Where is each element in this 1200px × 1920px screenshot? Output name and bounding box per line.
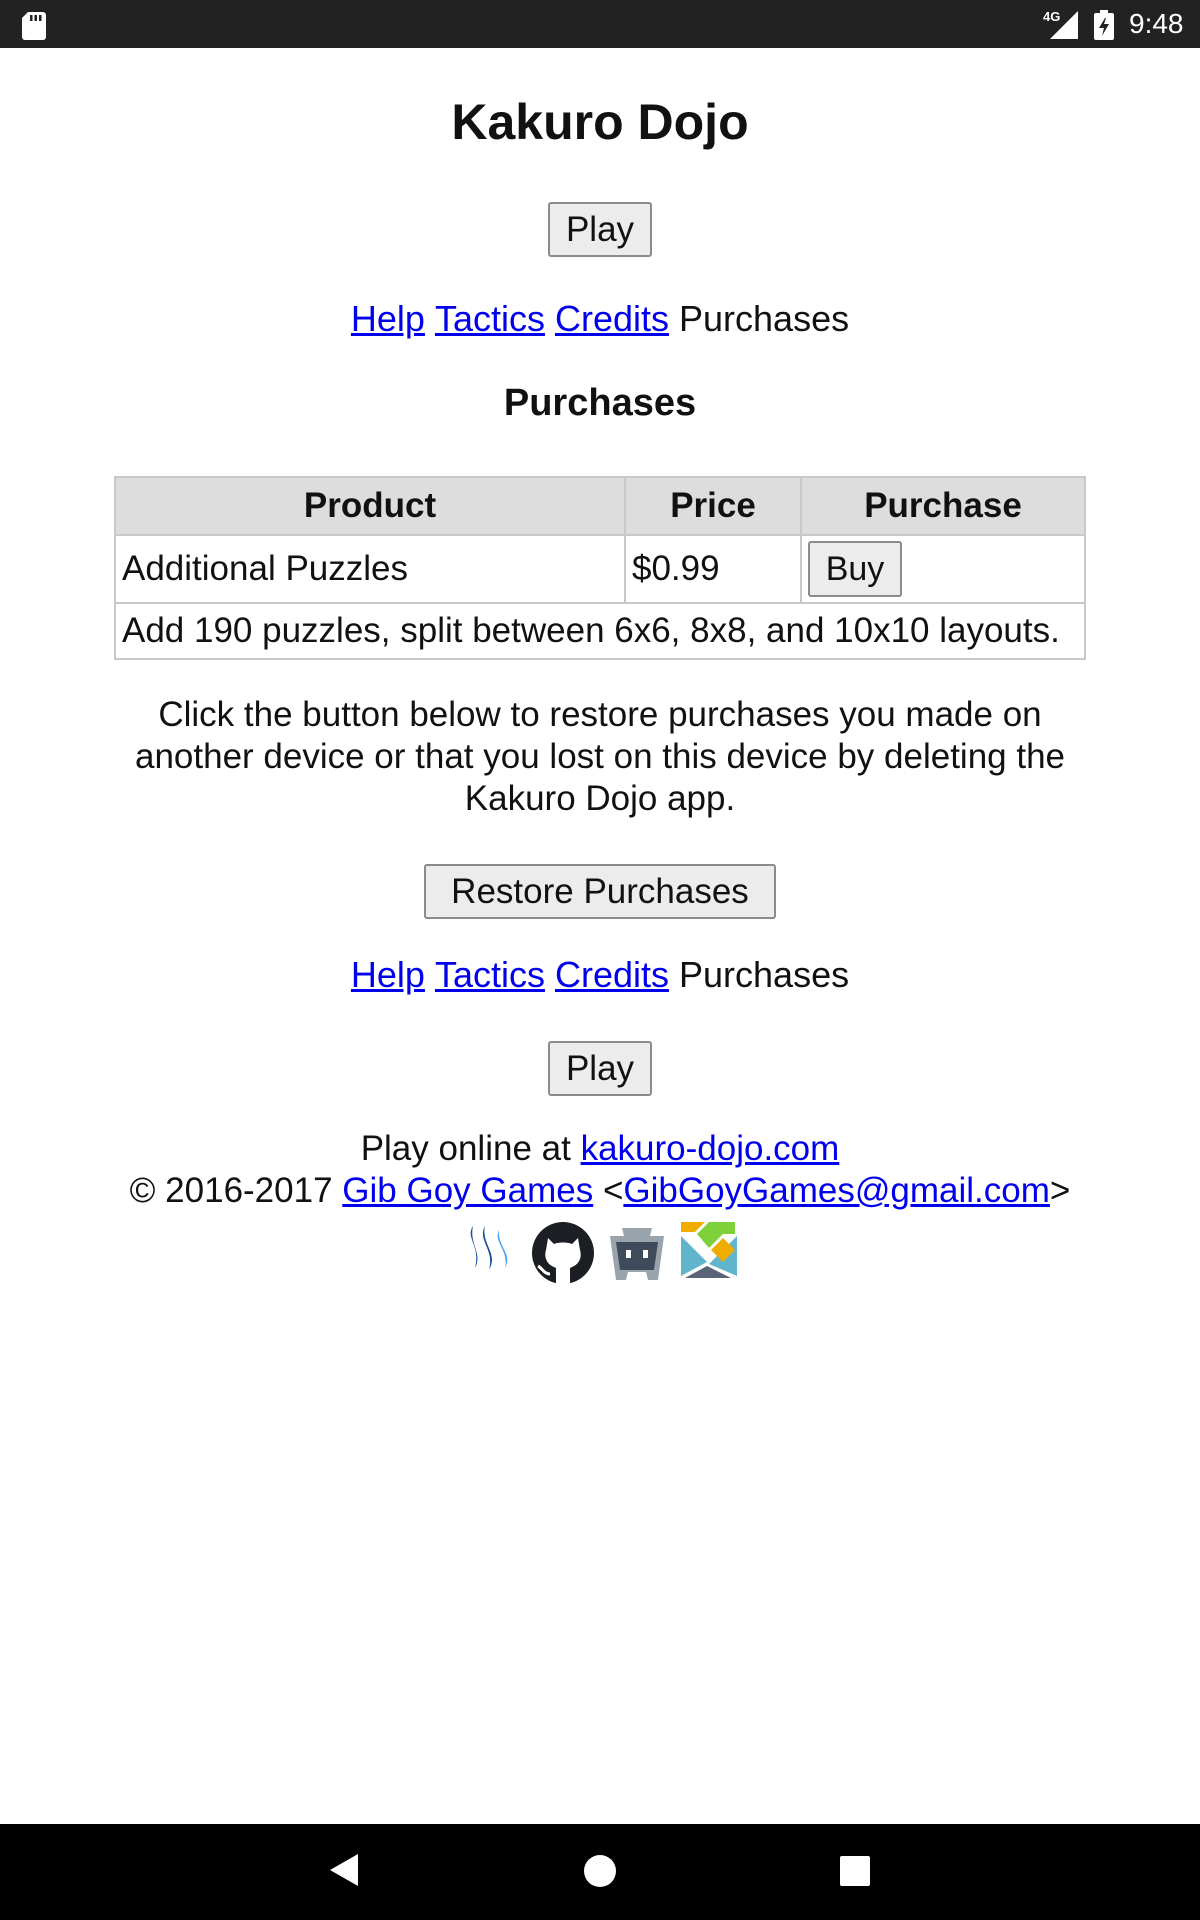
- email-close-bracket: >: [1049, 1171, 1071, 1210]
- website-link[interactable]: kakuro-dojo.com: [581, 1129, 840, 1168]
- system-nav-bar: [0, 1824, 1200, 1920]
- status-bar: 4G 9:48: [0, 0, 1200, 48]
- tactics-link[interactable]: Tactics: [435, 298, 545, 339]
- purchases-table: Product Price Purchase Additional Puzzle…: [114, 476, 1086, 660]
- company-link[interactable]: Gib Goy Games: [342, 1171, 593, 1210]
- purchases-nav-current: Purchases: [679, 298, 850, 339]
- section-title: Purchases: [503, 382, 697, 424]
- github-icon[interactable]: [530, 1220, 596, 1286]
- play-button[interactable]: Play: [548, 202, 652, 257]
- price-cell: $0.99: [624, 534, 802, 604]
- page-title: Kakuro Dojo: [451, 94, 749, 150]
- play-online-line: Play online at kakuro-dojo.com: [0, 1128, 1200, 1170]
- table-header-product: Product: [114, 476, 626, 536]
- credits-link[interactable]: Credits: [555, 298, 669, 339]
- cordova-icon[interactable]: [606, 1220, 668, 1282]
- table-header-row: Product Price Purchase: [114, 476, 1086, 536]
- elm-icon[interactable]: [679, 1220, 737, 1278]
- sd-card-icon: [22, 12, 46, 40]
- table-description-row: Add 190 puzzles, split between 6x6, 8x8,…: [114, 602, 1086, 660]
- page-content: Kakuro Dojo Play Help Tactics Credits Purch…: [0, 48, 1200, 1824]
- battery-icon: [1094, 10, 1114, 40]
- purchase-cell: Buy: [800, 534, 1086, 604]
- copyright-text: © 2016-2017: [129, 1171, 333, 1210]
- table-header-price: Price: [624, 476, 802, 536]
- footer-icons: [0, 1220, 1200, 1286]
- bottom-nav: Help Tactics Credits Purchases: [0, 954, 1200, 996]
- home-icon[interactable]: [583, 1854, 617, 1888]
- help-link[interactable]: Help: [351, 954, 425, 995]
- table-row: Additional Puzzles $0.99 Buy: [114, 534, 1086, 604]
- restore-instructions: Click the button below to restore purcha…: [134, 695, 1066, 818]
- buy-button[interactable]: Buy: [808, 541, 902, 597]
- back-icon[interactable]: [326, 1852, 362, 1888]
- email-open-bracket: <: [602, 1171, 624, 1210]
- purchases-table-container: Product Price Purchase Additional Puzzle…: [114, 476, 1086, 660]
- table-header-purchase: Purchase: [800, 476, 1086, 536]
- tactics-link[interactable]: Tactics: [435, 954, 545, 995]
- copyright-line: © 2016-2017 Gib Goy Games <GibGoyGames@g…: [0, 1170, 1200, 1212]
- restore-purchases-button[interactable]: Restore Purchases: [424, 864, 776, 919]
- signal-icon: [1050, 11, 1078, 39]
- steemit-icon[interactable]: [463, 1220, 519, 1276]
- play-button-bottom[interactable]: Play: [548, 1041, 652, 1096]
- help-link[interactable]: Help: [351, 298, 425, 339]
- recents-icon[interactable]: [840, 1856, 870, 1886]
- play-online-prefix: Play online at: [360, 1129, 571, 1168]
- purchases-nav-current: Purchases: [679, 954, 850, 995]
- top-nav: Help Tactics Credits Purchases: [0, 298, 1200, 340]
- credits-link[interactable]: Credits: [555, 954, 669, 995]
- clock: 9:48: [1129, 8, 1184, 39]
- footer: Play online at kakuro-dojo.com © 2016-20…: [0, 1128, 1200, 1212]
- email-link[interactable]: GibGoyGames@gmail.com: [623, 1171, 1049, 1210]
- product-description: Add 190 puzzles, split between 6x6, 8x8,…: [114, 602, 1086, 660]
- product-name-cell: Additional Puzzles: [114, 534, 626, 604]
